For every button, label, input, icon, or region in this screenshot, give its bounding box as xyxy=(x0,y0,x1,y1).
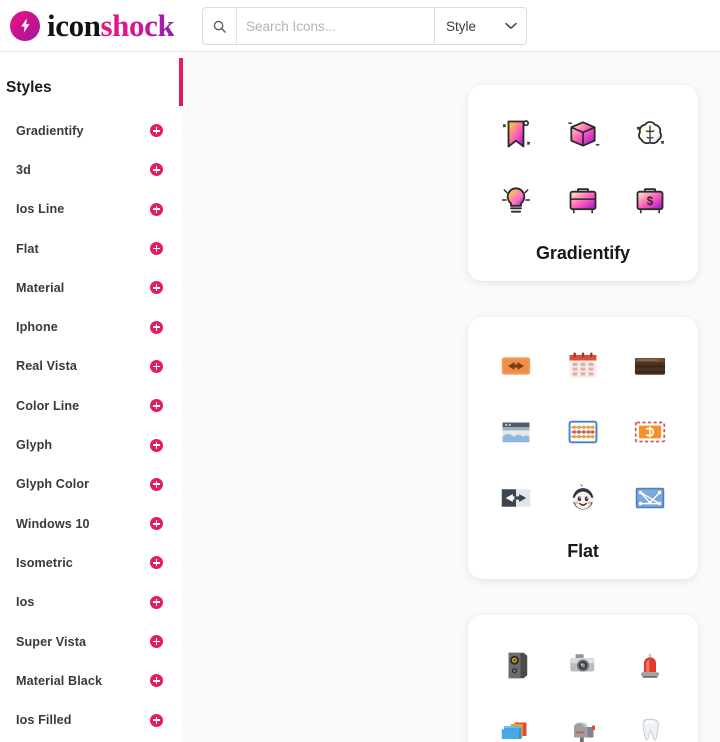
cartoon-face-flat-icon[interactable] xyxy=(556,471,610,525)
style-card-gradientify[interactable]: $ Gradientify xyxy=(468,85,698,281)
plus-circle-icon[interactable] xyxy=(150,713,163,727)
tooth-realistic-icon[interactable] xyxy=(623,703,677,742)
box-package-gradient-icon[interactable] xyxy=(556,107,610,161)
search-input[interactable] xyxy=(237,8,434,44)
plus-circle-icon[interactable] xyxy=(150,242,163,256)
sidebar-item-glyph[interactable]: Glyph xyxy=(0,425,182,464)
plus-circle-icon[interactable] xyxy=(150,281,163,295)
sidebar-item-label: Real Vista xyxy=(16,359,77,374)
icon-grid xyxy=(482,637,684,742)
chevron-down-icon xyxy=(505,17,517,35)
sidebar-item-label: Color Line xyxy=(16,398,80,413)
plus-circle-icon[interactable] xyxy=(150,320,163,334)
search-icon[interactable] xyxy=(203,8,237,44)
window-image-flat-icon[interactable] xyxy=(489,405,543,459)
transfer-arrows-flat-icon[interactable] xyxy=(489,339,543,393)
sidebar-item-isometric[interactable]: Isometric xyxy=(0,543,182,582)
sidebar: Styles Gradientify 3d Ios Line Flat Mate… xyxy=(0,52,182,742)
books-folders-realistic-icon[interactable] xyxy=(489,703,543,742)
sidebar-item-ios[interactable]: Ios xyxy=(0,583,182,622)
style-dropdown[interactable]: Style xyxy=(434,8,526,44)
logo-text-shock: shock xyxy=(100,8,175,43)
main-content: $ Gradientify Flat xyxy=(182,52,720,742)
wallet-flat-icon[interactable] xyxy=(623,339,677,393)
sidebar-item-super-vista[interactable]: Super Vista xyxy=(0,622,182,661)
bookmark-gradient-icon[interactable] xyxy=(489,107,543,161)
plus-circle-icon[interactable] xyxy=(150,202,163,216)
sidebar-item-label: Super Vista xyxy=(16,634,87,649)
lightning-bolt-icon xyxy=(10,10,40,41)
network-chart-flat-icon[interactable] xyxy=(623,471,677,525)
card-title: Gradientify xyxy=(536,243,630,263)
plus-circle-icon[interactable] xyxy=(150,124,163,138)
icon-grid: $ xyxy=(482,107,684,227)
sidebar-item-windows-10[interactable]: Windows 10 xyxy=(0,504,182,543)
sidebar-item-label: Glyph Color xyxy=(16,477,90,492)
sidebar-item-color-line[interactable]: Color Line xyxy=(0,386,182,425)
mailbox-realistic-icon[interactable] xyxy=(556,703,610,742)
sidebar-item-ios-line[interactable]: Ios Line xyxy=(0,190,182,229)
money-briefcase-gradient-icon[interactable]: $ xyxy=(623,173,677,227)
sidebar-item-label: Glyph xyxy=(16,438,53,453)
brain-gradient-icon[interactable] xyxy=(623,107,677,161)
sidebar-item-label: Material xyxy=(16,280,65,295)
plus-circle-icon[interactable] xyxy=(150,359,163,373)
plus-circle-icon[interactable] xyxy=(150,635,163,648)
sidebar-item-glyph-color[interactable]: Glyph Color xyxy=(0,465,182,504)
exchange-arrows-flat-icon[interactable] xyxy=(489,471,543,525)
sidebar-item-3d[interactable]: 3d xyxy=(0,150,182,189)
style-cards-column: $ Gradientify Flat xyxy=(468,85,698,742)
sidebar-item-flat[interactable]: Flat xyxy=(0,229,182,268)
plus-circle-icon[interactable] xyxy=(150,477,163,491)
sidebar-item-iphone[interactable]: Iphone xyxy=(0,307,182,346)
svg-text:$: $ xyxy=(647,195,654,208)
sidebar-item-label: 3d xyxy=(16,162,31,177)
style-card-realistic[interactable] xyxy=(468,615,698,742)
logo-text: iconshock xyxy=(47,8,175,43)
sidebar-item-label: Ios Line xyxy=(16,202,65,217)
plus-circle-icon[interactable] xyxy=(150,163,163,177)
search-bar[interactable]: Style xyxy=(202,7,527,45)
plus-circle-icon[interactable] xyxy=(150,556,163,570)
abacus-flat-icon[interactable] xyxy=(556,405,610,459)
card-title: Flat xyxy=(567,541,599,561)
sidebar-item-material-black[interactable]: Material Black xyxy=(0,661,182,700)
sidebar-item-label: Iphone xyxy=(16,320,58,335)
speaker-realistic-icon[interactable] xyxy=(489,637,543,691)
style-card-flat[interactable]: Flat xyxy=(468,317,698,579)
siren-realistic-icon[interactable] xyxy=(623,637,677,691)
plus-circle-icon[interactable] xyxy=(150,595,163,609)
sidebar-item-real-vista[interactable]: Real Vista xyxy=(0,347,182,386)
sidebar-item-label: Material Black xyxy=(16,673,103,688)
sidebar-item-label: Windows 10 xyxy=(16,516,90,531)
plus-circle-icon[interactable] xyxy=(150,517,163,531)
sidebar-item-material[interactable]: Material xyxy=(0,268,182,307)
sidebar-accent-bar xyxy=(179,58,183,106)
sidebar-item-label: Ios Filled xyxy=(16,713,72,728)
briefcase-gradient-icon[interactable] xyxy=(556,173,610,227)
app-header: iconshock Style xyxy=(0,0,720,52)
sidebar-item-ios-filled[interactable]: Ios Filled xyxy=(0,700,182,739)
sidebar-item-label: Gradientify xyxy=(16,123,84,138)
lightbulb-idea-gradient-icon[interactable] xyxy=(489,173,543,227)
icon-grid xyxy=(482,339,684,525)
plus-circle-icon[interactable] xyxy=(150,438,163,452)
plus-circle-icon[interactable] xyxy=(150,674,163,688)
sidebar-item-gradientify[interactable]: Gradientify xyxy=(0,111,182,150)
plus-circle-icon[interactable] xyxy=(150,399,163,413)
logo[interactable]: iconshock xyxy=(10,8,175,43)
logo-text-icon: icon xyxy=(47,8,101,43)
sidebar-title: Styles xyxy=(6,79,52,96)
sidebar-item-label: Ios xyxy=(16,595,35,610)
styles-list: Gradientify 3d Ios Line Flat Material Ip… xyxy=(0,111,182,740)
sidebar-item-label: Flat xyxy=(16,241,39,256)
style-dropdown-label: Style xyxy=(446,18,477,34)
camera-realistic-icon[interactable] xyxy=(556,637,610,691)
sidebar-item-label: Isometric xyxy=(16,555,73,570)
calendar-flat-icon[interactable] xyxy=(556,339,610,393)
dollar-selection-flat-icon[interactable] xyxy=(623,405,677,459)
